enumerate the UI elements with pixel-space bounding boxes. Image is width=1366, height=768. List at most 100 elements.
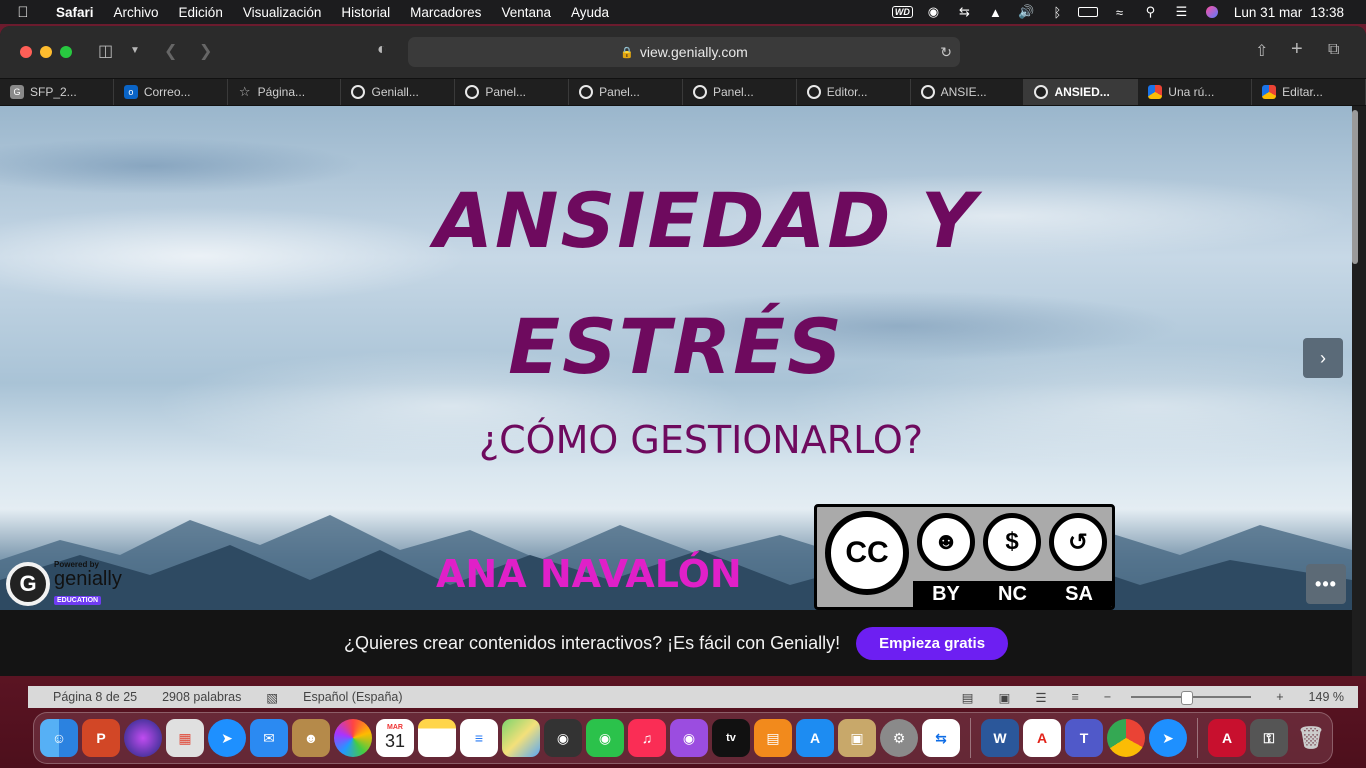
menu-historial[interactable]: Historial [331, 5, 400, 20]
tab-pagina[interactable]: ☆ Página... [228, 79, 342, 105]
wd-drive-icon[interactable]: WD [887, 6, 918, 18]
menu-visualizacion[interactable]: Visualización [233, 5, 332, 20]
zoom-slider[interactable] [1131, 691, 1252, 705]
forward-icon[interactable]: ❯ [199, 41, 212, 61]
tab-sfp[interactable]: G SFP_2... [0, 79, 114, 105]
bluetooth-icon[interactable]: ᛒ [1042, 5, 1073, 20]
zoom-out-icon[interactable]: − [1104, 690, 1111, 704]
trash-icon[interactable]: 🗑 [1292, 719, 1330, 757]
app-store-icon[interactable]: A [796, 719, 834, 757]
music-icon[interactable]: ♫ [628, 719, 666, 757]
pdf-document-icon[interactable]: A [1208, 719, 1246, 757]
siri-app-icon[interactable] [124, 719, 162, 757]
battery-icon[interactable] [1073, 7, 1104, 17]
tab-ansie[interactable]: ANSIE... [911, 79, 1025, 105]
control-center-icon[interactable]: ☰ [1166, 4, 1197, 20]
safari-secondary-icon[interactable]: ➤ [1149, 719, 1187, 757]
teamviewer-app-icon[interactable]: ⇆ [922, 719, 960, 757]
menubar-clock[interactable]: 13:38 [1302, 5, 1344, 20]
proofing-icon[interactable]: ▧ [266, 690, 278, 705]
calendar-icon[interactable]: MAR 31 [376, 719, 414, 757]
menu-edicion[interactable]: Edición [169, 5, 233, 20]
menubar-date[interactable]: Lun 31 mar [1228, 5, 1302, 20]
books-icon[interactable]: ▤ [754, 719, 792, 757]
tab-label: Editar... [1282, 85, 1323, 99]
reload-icon[interactable]: ↻ [940, 44, 952, 61]
more-options-button[interactable]: ••• [1306, 564, 1346, 604]
app-menu[interactable]: Safari [46, 5, 104, 20]
next-slide-button[interactable]: › [1303, 338, 1343, 378]
finder-icon[interactable]: ☺ [40, 719, 78, 757]
tab-una-ruta[interactable]: Una rú... [1138, 79, 1253, 105]
teams-icon[interactable]: T [1065, 719, 1103, 757]
tab-panel-2[interactable]: Panel... [569, 79, 683, 105]
share-icon[interactable]: ⇧ [1255, 41, 1268, 61]
apple-menu-icon[interactable]:  [0, 4, 46, 21]
zoom-window-button[interactable] [60, 46, 72, 58]
teamviewer-icon[interactable]: ⇆ [949, 4, 980, 20]
launchpad-icon[interactable]: ▦ [166, 719, 204, 757]
outline-icon[interactable]: ☰ [1035, 690, 1046, 705]
page-count[interactable]: Página 8 de 25 [53, 690, 137, 704]
powered-by-genially-badge[interactable]: G Powered by genially EDUCATION [6, 560, 122, 607]
archive-utility-icon[interactable]: ▣ [838, 719, 876, 757]
wifi-icon[interactable]: ≈ [1104, 5, 1135, 20]
tab-genially[interactable]: Geniall... [341, 79, 456, 105]
menu-ventana[interactable]: Ventana [491, 5, 561, 20]
keychain-icon[interactable]: ⚿ [1250, 719, 1288, 757]
back-icon[interactable]: ❮ [164, 41, 177, 61]
print-layout-icon[interactable]: ▤ [962, 690, 974, 705]
tab-panel-3[interactable]: Panel... [683, 79, 797, 105]
airplay-icon[interactable]: ▲ [980, 5, 1011, 20]
podcasts-icon[interactable]: ◉ [670, 719, 708, 757]
maps-icon[interactable] [502, 719, 540, 757]
privacy-shield-icon[interactable]: ◐ [377, 41, 387, 59]
messages-icon[interactable]: ◉ [586, 719, 624, 757]
tab-correo[interactable]: o Correo... [114, 79, 228, 105]
chrome-icon[interactable] [1107, 719, 1145, 757]
photos-icon[interactable] [334, 719, 372, 757]
tab-editar[interactable]: Editar... [1252, 79, 1366, 105]
address-bar[interactable]: 🔒 view.genially.com ↻ [408, 37, 960, 67]
tab-ansied-active[interactable]: ANSIED... [1024, 79, 1139, 105]
dock-separator [970, 718, 971, 758]
volume-icon[interactable]: 🔊 [1011, 4, 1042, 20]
sidebar-toggle-icon[interactable]: ◫ [98, 41, 113, 61]
word-count[interactable]: 2908 palabras [162, 690, 241, 704]
reminders-icon[interactable]: ≡ [460, 719, 498, 757]
apple-tv-icon[interactable]: tv [712, 719, 750, 757]
tab-editor[interactable]: Editor... [797, 79, 911, 105]
mail-icon[interactable]: ✉ [250, 719, 288, 757]
tab-bar: G SFP_2... o Correo... ☆ Página... Geniall.… [0, 78, 1366, 106]
draft-icon[interactable]: ≡ [1072, 690, 1079, 704]
empieza-gratis-button[interactable]: Empieza gratis [856, 626, 1009, 660]
acrobat-icon[interactable]: A [1023, 719, 1061, 757]
genially-slide[interactable]: ANSIEDAD Y ESTRÉS ¿CÓMO GESTIONARLO? ANA… [0, 106, 1352, 610]
minimize-window-button[interactable] [40, 46, 52, 58]
language[interactable]: Español (España) [303, 690, 402, 704]
new-tab-icon[interactable]: + [1291, 38, 1303, 61]
contacts-icon[interactable]: ☻ [292, 719, 330, 757]
zoom-level[interactable]: 149 % [1309, 690, 1344, 704]
tab-overview-icon[interactable]: ⧉ [1328, 41, 1339, 59]
system-preferences-icon[interactable]: ⚙ [880, 719, 918, 757]
powerpoint-icon[interactable]: P [82, 719, 120, 757]
sidebar-menu-chevron-icon[interactable]: ▼ [130, 45, 140, 56]
growl-icon[interactable]: ◉ [918, 4, 949, 20]
page-scrollbar[interactable] [1352, 106, 1360, 610]
zoom-in-icon[interactable]: + [1276, 690, 1283, 704]
word-icon[interactable]: W [981, 719, 1019, 757]
scrollbar-thumb[interactable] [1352, 110, 1358, 264]
tab-panel-1[interactable]: Panel... [455, 79, 570, 105]
photo-booth-icon[interactable]: ◉ [544, 719, 582, 757]
web-layout-icon[interactable]: ▣ [999, 690, 1011, 705]
spotlight-search-icon[interactable]: ⚲ [1135, 4, 1166, 20]
menu-ayuda[interactable]: Ayuda [561, 5, 619, 20]
notes-icon[interactable] [418, 719, 456, 757]
siri-icon[interactable] [1197, 6, 1228, 18]
safari-icon[interactable]: ➤ [208, 719, 246, 757]
menu-archivo[interactable]: Archivo [104, 5, 169, 20]
close-window-button[interactable] [20, 46, 32, 58]
promo-text: ¿Quieres crear contenidos interactivos? … [343, 632, 841, 653]
menu-marcadores[interactable]: Marcadores [400, 5, 491, 20]
